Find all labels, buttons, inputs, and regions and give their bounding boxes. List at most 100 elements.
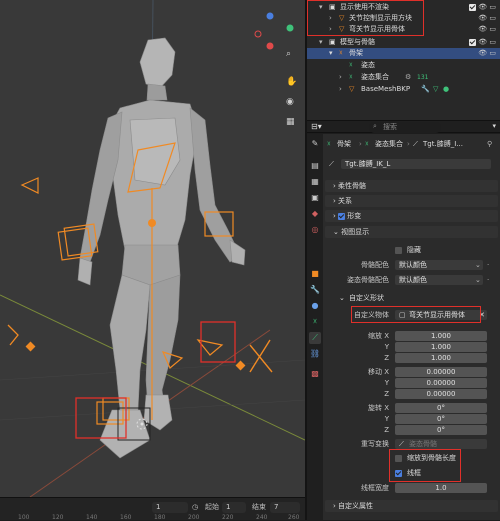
bone-color-select[interactable]: 默认颜色 <box>395 260 483 270</box>
pose-bone-color-row: 姿态骨骼配色 默认颜色 ⌄ · <box>323 274 500 286</box>
scale-z-field[interactable]: 1.000 <box>395 353 487 363</box>
expand-icon[interactable]: › <box>339 84 342 95</box>
tool-tab-icon[interactable]: ✎ <box>309 138 321 150</box>
panel-relations[interactable]: › 关系 <box>325 195 498 207</box>
armature-icon: ☓ <box>327 140 331 148</box>
rotate-x-field[interactable]: 0° <box>395 403 487 413</box>
hide-row: 隐藏 <box>323 244 500 256</box>
deform-checkbox[interactable] <box>338 212 346 220</box>
pose-bone-color-label: 姿态骨骼配色 <box>347 276 389 284</box>
end-label: 结束 <box>252 503 266 511</box>
search-input[interactable]: 搜索 <box>369 122 441 133</box>
highlight-outliner <box>307 0 424 36</box>
physics-tab-icon[interactable]: ● <box>309 300 321 312</box>
humanoid-mesh <box>77 37 246 459</box>
chevron-down-icon: ⌄ <box>339 294 345 302</box>
bone-tab-icon[interactable]: ⟋ <box>309 332 321 344</box>
panel-viewport-display[interactable]: ⌄ 视图显示 <box>325 226 498 238</box>
armature-data-tab-icon[interactable]: ☓ <box>309 316 321 328</box>
breadcrumb-item[interactable]: 姿态集合 <box>375 138 403 150</box>
options-icon[interactable]: ▾ <box>492 122 496 130</box>
translate-y-field[interactable]: 0.00000 <box>395 378 487 388</box>
wire-width-field[interactable]: 1.0 <box>395 483 487 493</box>
3d-viewport[interactable]: ⌕ ✋ ◉ ▦ <box>0 0 305 497</box>
pin-icon[interactable]: ⚲ <box>487 138 492 150</box>
translate-x-field[interactable]: 0.00000 <box>395 367 487 377</box>
object-tab-icon[interactable]: ■ <box>309 268 321 280</box>
modifier-tab-icon[interactable]: 🔧 <box>309 284 321 296</box>
rotate-z-field[interactable]: 0° <box>395 425 487 435</box>
panel-custom-properties[interactable]: › 自定义属性 <box>325 500 498 512</box>
texture-tab-icon[interactable]: ▩ <box>309 368 321 380</box>
scale-y-field[interactable]: 1.000 <box>395 342 487 352</box>
expand-icon[interactable]: › <box>339 72 342 83</box>
chevron-right-icon: › <box>359 140 362 148</box>
navigation-gizmo[interactable] <box>254 12 294 50</box>
viewport-scene[interactable]: ⌕ ✋ ◉ ▦ <box>0 0 305 497</box>
collection-icon: ▣ <box>329 38 336 46</box>
outliner-row-collection[interactable]: ▾ ▣ 模型与骨骼 👁 ▭ <box>307 37 500 48</box>
breadcrumb-item[interactable]: Tgt.膝膊_I... <box>423 138 463 150</box>
row-visibility[interactable]: 👁 ▭ <box>478 24 496 35</box>
bone-color-row: 骨骼配色 默认颜色 ⌄ · <box>323 259 500 271</box>
expand-icon[interactable]: ▾ <box>329 48 333 59</box>
panel-title: 自定义属性 <box>338 502 374 510</box>
bone-constraint-tab-icon[interactable]: ⛓ <box>309 348 321 360</box>
scale-z-row: Z 1.000 <box>323 352 500 364</box>
z-label: Z <box>384 354 389 362</box>
chevron-right-icon: › <box>333 502 336 510</box>
view-layer-tab-icon[interactable]: ▣ <box>309 192 321 204</box>
override-transform-field[interactable]: 姿态骨骼 <box>395 439 487 449</box>
zoom-icon: ⌕ <box>286 49 291 59</box>
panel-deform[interactable]: › 形变 <box>325 210 498 222</box>
row-visibility[interactable]: 👁 ▭ <box>478 13 496 24</box>
chevron-down-icon: ⌄ <box>333 228 339 236</box>
grid-icon: ▦ <box>286 117 295 127</box>
expand-icon[interactable]: ▾ <box>319 37 323 48</box>
bone-name-row: ⟋ Tgt.膝膊_IK_L <box>323 158 500 170</box>
outliner-row-mesh[interactable]: › ▽ BaseMeshBKP 🔧 ▽ ● <box>307 84 500 95</box>
pose-bone-color-select[interactable]: 默认颜色 <box>395 275 483 285</box>
panel-title: 关系 <box>338 197 353 205</box>
output-tab-icon[interactable]: ▦ <box>309 176 321 188</box>
properties-header: ⊟▾ 搜索 ⌕ ▾ <box>307 120 500 133</box>
bone-color-label: 骨骼配色 <box>361 261 389 269</box>
bone-name-field[interactable]: Tgt.膝膊_IK_L <box>341 159 491 169</box>
row-visibility[interactable]: 👁 ▭ <box>478 48 496 59</box>
custom-shape-subpanel[interactable]: ⌄ 自定义形状 <box>323 292 500 304</box>
start-frame-field[interactable]: 1 <box>222 502 246 513</box>
clock-icon: ◷ <box>192 503 199 511</box>
scene-tab-icon[interactable]: ◆ <box>309 208 321 220</box>
scale-x-field[interactable]: 1.000 <box>395 331 487 341</box>
end-frame-field[interactable]: 7 <box>270 502 300 513</box>
current-frame-field[interactable]: 1 <box>152 502 188 513</box>
row-visibility[interactable]: 👁 ▭ <box>469 37 496 48</box>
outliner-row-pose-collection[interactable]: › ☓ 姿态集合 ⚙ 131 <box>307 72 500 83</box>
outliner-label: BaseMeshBKP <box>361 85 411 93</box>
breadcrumb-item[interactable]: 骨架 <box>337 138 351 150</box>
panel-bendy-bones[interactable]: › 柔性骨骼 <box>325 180 498 192</box>
bone-icon: ☓ <box>349 73 353 81</box>
hide-checkbox[interactable] <box>395 247 402 254</box>
timeline-bar[interactable]: 1 ◷ 起始 1 结束 7 100 120 140 160 180 200 22… <box>0 497 305 521</box>
editor-type-icon[interactable]: ⊟▾ <box>311 122 322 131</box>
breadcrumb: ☓ 骨架 › ☓ 姿态集合 › ⟋ Tgt.膝膊_I... ⚲ <box>323 138 500 150</box>
world-tab-icon[interactable]: ◎ <box>309 224 321 236</box>
outliner-row-armature[interactable]: ▾ ☓ 骨架 👁 ▭ <box>307 48 500 59</box>
properties-panel: ☓ 骨架 › ☓ 姿态集合 › ⟋ Tgt.膝膊_I... ⚲ ⟋ Tgt.膝膊… <box>323 134 500 520</box>
search-icon: ⌕ <box>373 122 377 130</box>
rotate-y-field[interactable]: 0° <box>395 414 487 424</box>
properties-tabs: ✎ ▤ ▦ ▣ ◆ ◎ ■ 🔧 ● ☓ ⟋ ⛓ ▩ <box>307 134 323 520</box>
dot-icon: · <box>487 276 490 284</box>
row-visibility[interactable]: 👁 ▭ <box>469 2 496 13</box>
bone-count-badge: 131 <box>417 74 429 81</box>
outliner-row-pose[interactable]: ☓ 姿态 <box>307 60 500 71</box>
chevron-right-icon: › <box>333 197 336 205</box>
translate-z-field[interactable]: 0.00000 <box>395 389 487 399</box>
render-tab-icon[interactable]: ▤ <box>309 160 321 172</box>
dot-icon: · <box>487 261 490 269</box>
group-icon: ⚙ <box>405 73 412 81</box>
armature-icon: ☓ <box>339 49 343 57</box>
x-marker <box>249 339 273 373</box>
translate-z-row: Z 0.00000 <box>323 388 500 400</box>
